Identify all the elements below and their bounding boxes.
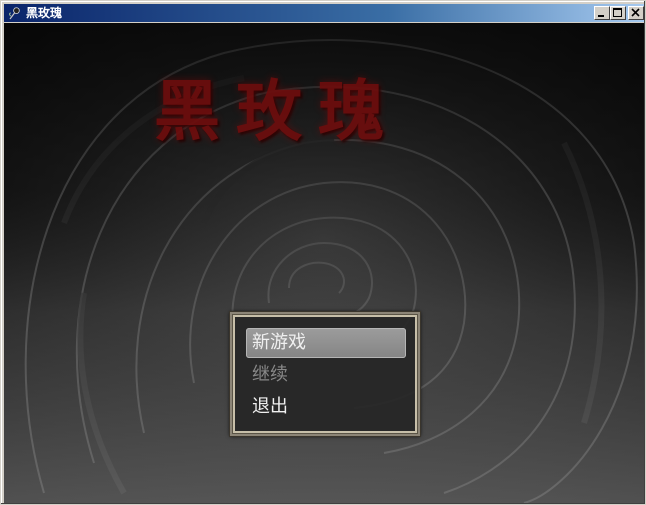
menu-item-continue[interactable]: 继续 <box>246 360 406 390</box>
window-title: 黑玫瑰 <box>26 6 63 20</box>
rose-icon[interactable] <box>7 5 23 21</box>
minimize-icon <box>598 15 604 17</box>
maximize-icon <box>613 8 622 17</box>
title-bar[interactable]: 黑玫瑰 <box>4 4 644 22</box>
menu-item-exit[interactable]: 退出 <box>246 392 406 422</box>
minimize-button[interactable] <box>594 6 610 20</box>
game-canvas[interactable]: 黑玫瑰 新游戏 继续 退出 <box>4 23 644 503</box>
close-icon <box>631 8 640 17</box>
menu-item-new-game[interactable]: 新游戏 <box>246 328 406 358</box>
maximize-button[interactable] <box>610 6 626 20</box>
game-window: 黑玫瑰 黑玫瑰 新游戏 继续 退出 <box>0 0 646 505</box>
close-button[interactable] <box>628 6 644 20</box>
main-menu: 新游戏 继续 退出 <box>229 311 421 437</box>
game-title: 黑玫瑰 <box>154 72 400 150</box>
